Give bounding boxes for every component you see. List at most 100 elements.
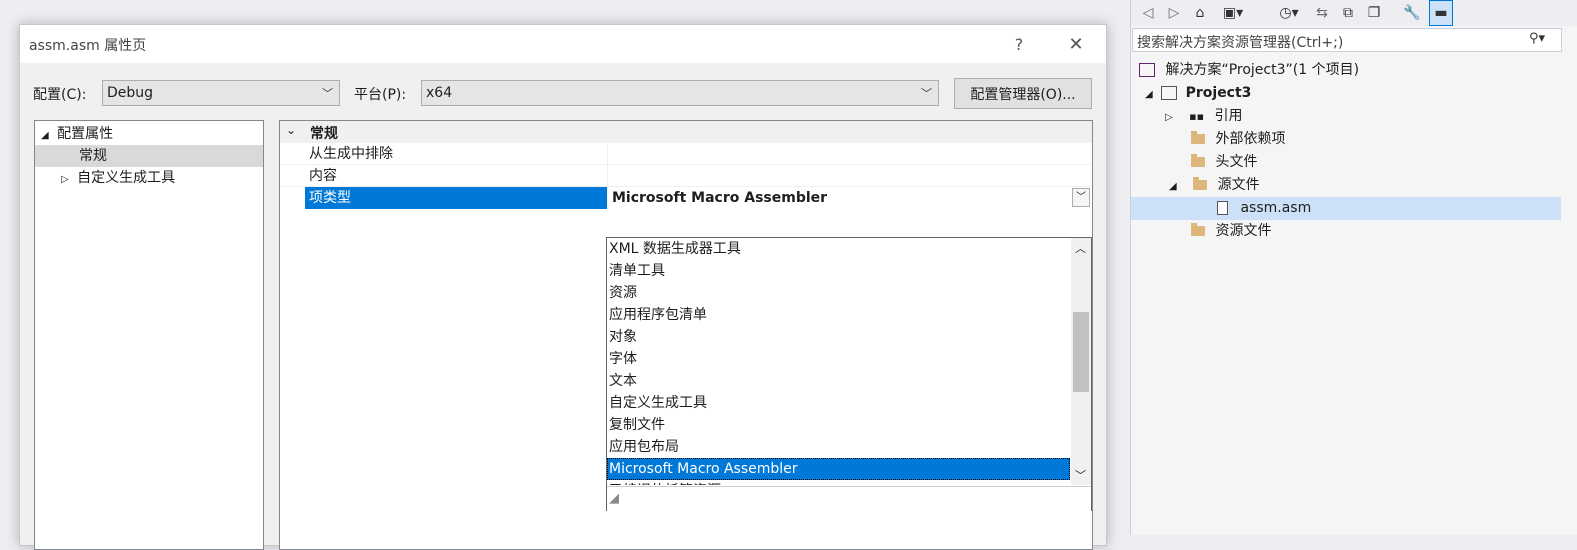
home-icon[interactable]: ⌂ — [1189, 3, 1211, 23]
switch-views-icon[interactable]: ▣▾ — [1215, 3, 1251, 23]
back-icon[interactable]: ◁ — [1137, 3, 1159, 23]
property-name: 从生成中排除 — [309, 146, 393, 162]
dropdown-option[interactable]: 应用包布局 — [607, 436, 1070, 458]
solution-explorer-toolbar: ◁ ▷ ⌂ ▣▾ ◷▾ ⇆ ⧉ ❐ 🔧 ▬ — [1131, 0, 1577, 26]
resize-grip-bar: ◢ — [607, 486, 1091, 511]
category-label: 常规 — [310, 126, 338, 142]
property-row[interactable]: 从生成中排除 — [280, 143, 1092, 165]
category-row[interactable]: ⌄ 常规 — [280, 121, 1092, 143]
property-row[interactable]: 内容 — [280, 165, 1092, 187]
platform-value: x64 — [426, 85, 453, 101]
close-icon: ✕ — [1068, 33, 1084, 55]
dropdown-option[interactable]: 对象 — [607, 326, 1070, 348]
tree-item-source-files[interactable]: ◢ 源文件 — [1169, 174, 1260, 197]
tree-item-label: 头文件 — [1215, 154, 1258, 170]
tree-item-references[interactable]: ▷ ▪▪ 引用 — [1165, 105, 1243, 128]
tree-item-label: 引用 — [1214, 108, 1243, 124]
solution-icon — [1139, 63, 1155, 77]
dropdown-options: XML 数据生成器工具 清单工具 资源 应用程序包清单 对象 字体 文本 自定义生成工具 复制文… — [607, 238, 1070, 485]
sync-icon[interactable]: ⇆ — [1311, 3, 1333, 23]
dropdown-option[interactable]: 已编译的托管资源 — [607, 480, 1070, 485]
dropdown-button[interactable]: ﹀ — [1072, 188, 1090, 207]
item-type-dropdown: XML 数据生成器工具 清单工具 资源 应用程序包清单 对象 字体 文本 自定义生成工具 复制文… — [606, 237, 1092, 511]
tree-item-label: 解决方案“Project3”(1 个项目) — [1165, 62, 1360, 78]
expand-triangle-icon[interactable]: ▷ — [61, 174, 69, 185]
dropdown-option[interactable]: 资源 — [607, 282, 1070, 304]
tree-item-label: Project3 — [1185, 85, 1252, 101]
config-manager-button[interactable]: 配置管理器(O)... — [954, 78, 1092, 109]
search-placeholder: 搜索解决方案资源管理器(Ctrl+;) — [1137, 35, 1344, 51]
dropdown-option[interactable]: 复制文件 — [607, 414, 1070, 436]
tree-item-custom-build[interactable]: ▷ 自定义生成工具 — [35, 167, 263, 189]
property-tree: ◢ 配置属性 常规 ▷ 自定义生成工具 — [34, 120, 264, 550]
dropdown-option[interactable]: 自定义生成工具 — [607, 392, 1070, 414]
property-row-selected[interactable]: 项类型 Microsoft Macro Assembler ﹀ — [280, 187, 1092, 209]
help-icon: ? — [1014, 34, 1024, 54]
dropdown-option[interactable]: 清单工具 — [607, 260, 1070, 282]
property-name: 项类型 — [305, 187, 607, 209]
tree-item-project[interactable]: ◢ Project3 — [1145, 82, 1251, 105]
project-icon — [1161, 86, 1178, 100]
tree-item-external-deps[interactable]: 外部依赖项 — [1191, 128, 1285, 151]
config-value: Debug — [107, 85, 154, 101]
tree-item-config-properties[interactable]: ◢ 配置属性 — [35, 123, 263, 145]
folder-icon — [1191, 131, 1205, 144]
folder-open-icon — [1193, 177, 1208, 190]
dropdown-option[interactable]: 字体 — [607, 348, 1070, 370]
tree-item-general[interactable]: 常规 — [35, 145, 263, 167]
property-value[interactable]: Microsoft Macro Assembler — [607, 187, 1092, 209]
config-combobox[interactable]: Debug ﹀ — [102, 80, 340, 106]
file-icon — [1217, 201, 1228, 215]
dialog-title: assm.asm 属性页 — [29, 38, 147, 54]
dropdown-option[interactable]: XML 数据生成器工具 — [607, 238, 1070, 260]
folder-icon — [1191, 154, 1205, 167]
close-button[interactable]: ✕ — [1053, 27, 1099, 61]
search-icon[interactable]: ⚲▾ — [1529, 31, 1545, 46]
platform-label: 平台(P): — [354, 87, 407, 103]
tree-item-header-files[interactable]: 头文件 — [1191, 151, 1257, 174]
forward-icon[interactable]: ▷ — [1163, 3, 1185, 23]
folder-icon — [1191, 223, 1205, 236]
properties-wrench-icon[interactable]: 🔧 — [1401, 3, 1423, 23]
chevron-down-icon: ﹀ — [322, 87, 333, 100]
show-all-files-icon[interactable]: ❐ — [1363, 3, 1385, 23]
dropdown-option[interactable]: Microsoft Macro Assembler — [607, 458, 1070, 480]
scroll-up-icon[interactable]: ︿ — [1075, 240, 1086, 256]
pending-changes-icon[interactable]: ◷▾ — [1271, 3, 1307, 23]
tree-item-label: 配置属性 — [57, 126, 114, 142]
collapse-triangle-icon[interactable]: ◢ — [1145, 89, 1153, 100]
property-name: 内容 — [309, 168, 337, 184]
tree-item-label: assm.asm — [1240, 200, 1312, 216]
config-label: 配置(C): — [33, 87, 87, 103]
tree-item-label: 外部依赖项 — [1215, 131, 1286, 147]
tree-item-solution[interactable]: 解决方案“Project3”(1 个项目) — [1139, 59, 1359, 82]
search-input[interactable]: 搜索解决方案资源管理器(Ctrl+;) ⚲▾ — [1132, 28, 1562, 52]
collapse-triangle-icon[interactable]: ◢ — [41, 130, 49, 141]
dropdown-option[interactable]: 应用程序包清单 — [607, 304, 1070, 326]
collapse-triangle-icon[interactable]: ◢ — [1169, 181, 1177, 192]
chevron-down-icon[interactable]: ⌄ — [286, 123, 296, 137]
tree-item-label: 源文件 — [1217, 177, 1260, 193]
solution-explorer: ◁ ▷ ⌂ ▣▾ ◷▾ ⇆ ⧉ ❐ 🔧 ▬ 搜索解决方案资源管理器(Ctrl+;… — [1130, 0, 1577, 535]
property-value — [607, 165, 1092, 187]
help-button[interactable]: ? — [996, 27, 1042, 61]
property-value — [607, 143, 1092, 165]
tree-item-label: 资源文件 — [1215, 223, 1272, 239]
tree-item-file-selected[interactable]: assm.asm — [1131, 197, 1561, 220]
scrollbar-thumb[interactable] — [1073, 312, 1089, 392]
dropdown-scrollbar[interactable]: ︿ ﹀ — [1071, 238, 1091, 485]
tree-item-resource-files[interactable]: 资源文件 — [1191, 220, 1271, 243]
platform-combobox[interactable]: x64 ﹀ — [421, 80, 939, 106]
chevron-down-icon: ﹀ — [921, 87, 932, 100]
scroll-down-icon[interactable]: ﹀ — [1075, 467, 1086, 483]
dropdown-option[interactable]: 文本 — [607, 370, 1070, 392]
collapse-all-icon[interactable]: ⧉ — [1337, 3, 1359, 23]
expand-triangle-icon[interactable]: ▷ — [1165, 112, 1173, 123]
resize-grip-icon[interactable]: ◢ — [609, 491, 619, 506]
property-pages-dialog: assm.asm 属性页 ? ✕ 配置(C): Debug ﹀ 平台(P): x… — [19, 24, 1107, 550]
dialog-titlebar: assm.asm 属性页 ? ✕ — [20, 25, 1106, 63]
references-icon: ▪▪ — [1189, 110, 1205, 123]
tree-item-label: 自定义生成工具 — [77, 170, 176, 186]
tree-item-label: 常规 — [79, 148, 107, 164]
preview-selected-icon[interactable]: ▬ — [1429, 0, 1453, 26]
